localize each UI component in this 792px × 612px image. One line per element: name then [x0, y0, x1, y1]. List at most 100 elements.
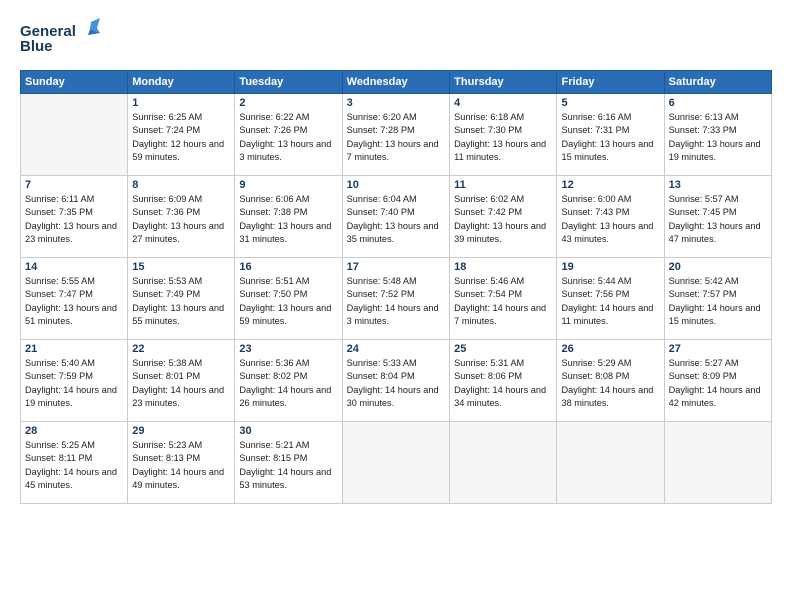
calendar-table: SundayMondayTuesdayWednesdayThursdayFrid…	[20, 70, 772, 504]
day-number: 3	[347, 97, 445, 109]
day-info: Sunrise: 5:48 AMSunset: 7:52 PMDaylight:…	[347, 275, 445, 328]
calendar-cell: 13 Sunrise: 5:57 AMSunset: 7:45 PMDayligh…	[664, 176, 771, 258]
header: General Blue	[20, 18, 772, 58]
day-number: 18	[454, 261, 552, 273]
calendar-cell: 25 Sunrise: 5:31 AMSunset: 8:06 PMDayligh…	[450, 340, 557, 422]
calendar-cell: 17 Sunrise: 5:48 AMSunset: 7:52 PMDayligh…	[342, 258, 449, 340]
weekday-header-friday: Friday	[557, 71, 664, 94]
day-info: Sunrise: 6:00 AMSunset: 7:43 PMDaylight:…	[561, 193, 659, 246]
day-number: 8	[132, 179, 230, 191]
svg-text:Blue: Blue	[20, 38, 53, 55]
day-info: Sunrise: 6:13 AMSunset: 7:33 PMDaylight:…	[669, 111, 767, 164]
weekday-header-monday: Monday	[128, 71, 235, 94]
day-number: 16	[239, 261, 337, 273]
calendar-cell: 29 Sunrise: 5:23 AMSunset: 8:13 PMDayligh…	[128, 422, 235, 504]
calendar-cell: 24Sunrise: 5:33 AMSunset: 8:04 PMDayligh…	[342, 340, 449, 422]
day-number: 17	[347, 261, 445, 273]
day-number: 23	[239, 343, 337, 355]
calendar-cell: 27 Sunrise: 5:27 AMSunset: 8:09 PMDayligh…	[664, 340, 771, 422]
day-number: 2	[239, 97, 337, 109]
day-number: 14	[25, 261, 123, 273]
day-info: Sunrise: 5:33 AMSunset: 8:04 PMDaylight:…	[347, 357, 445, 410]
day-number: 28	[25, 425, 123, 437]
weekday-header-thursday: Thursday	[450, 71, 557, 94]
day-info: Sunrise: 5:57 AMSunset: 7:45 PMDaylight:…	[669, 193, 767, 246]
day-info: Sunrise: 5:42 AMSunset: 7:57 PMDaylight:…	[669, 275, 767, 328]
calendar-cell: 7 Sunrise: 6:11 AMSunset: 7:35 PMDaylight…	[21, 176, 128, 258]
day-info: Sunrise: 6:22 AMSunset: 7:26 PMDaylight:…	[239, 111, 337, 164]
day-info: Sunrise: 5:29 AMSunset: 8:08 PMDaylight:…	[561, 357, 659, 410]
day-info: Sunrise: 6:18 AMSunset: 7:30 PMDaylight:…	[454, 111, 552, 164]
day-info: Sunrise: 5:51 AMSunset: 7:50 PMDaylight:…	[239, 275, 337, 328]
calendar-cell	[664, 422, 771, 504]
weekday-header-tuesday: Tuesday	[235, 71, 342, 94]
calendar-cell: 4Sunrise: 6:18 AMSunset: 7:30 PMDaylight…	[450, 94, 557, 176]
calendar-cell: 5 Sunrise: 6:16 AMSunset: 7:31 PMDaylight…	[557, 94, 664, 176]
calendar-cell: 18Sunrise: 5:46 AMSunset: 7:54 PMDayligh…	[450, 258, 557, 340]
page: General Blue SundayMondayTuesdayWednesda…	[0, 0, 792, 514]
day-number: 6	[669, 97, 767, 109]
calendar-cell: 8 Sunrise: 6:09 AMSunset: 7:36 PMDaylight…	[128, 176, 235, 258]
day-info: Sunrise: 5:55 AMSunset: 7:47 PMDaylight:…	[25, 275, 123, 328]
day-info: Sunrise: 5:31 AMSunset: 8:06 PMDaylight:…	[454, 357, 552, 410]
day-number: 12	[561, 179, 659, 191]
day-info: Sunrise: 6:25 AMSunset: 7:24 PMDaylight:…	[132, 111, 230, 164]
day-info: Sunrise: 5:53 AMSunset: 7:49 PMDaylight:…	[132, 275, 230, 328]
day-info: Sunrise: 6:11 AMSunset: 7:35 PMDaylight:…	[25, 193, 123, 246]
logo: General Blue	[20, 18, 100, 58]
calendar-cell: 19 Sunrise: 5:44 AMSunset: 7:56 PMDayligh…	[557, 258, 664, 340]
day-number: 10	[347, 179, 445, 191]
day-info: Sunrise: 6:16 AMSunset: 7:31 PMDaylight:…	[561, 111, 659, 164]
day-info: Sunrise: 6:20 AMSunset: 7:28 PMDaylight:…	[347, 111, 445, 164]
calendar-week-2: 7 Sunrise: 6:11 AMSunset: 7:35 PMDaylight…	[21, 176, 772, 258]
calendar-cell: 15 Sunrise: 5:53 AMSunset: 7:49 PMDayligh…	[128, 258, 235, 340]
calendar-cell: 10Sunrise: 6:04 AMSunset: 7:40 PMDayligh…	[342, 176, 449, 258]
calendar-cell: 3 Sunrise: 6:20 AMSunset: 7:28 PMDaylight…	[342, 94, 449, 176]
day-info: Sunrise: 6:09 AMSunset: 7:36 PMDaylight:…	[132, 193, 230, 246]
calendar-cell: 11Sunrise: 6:02 AMSunset: 7:42 PMDayligh…	[450, 176, 557, 258]
calendar-cell: 28 Sunrise: 5:25 AMSunset: 8:11 PMDayligh…	[21, 422, 128, 504]
day-number: 26	[561, 343, 659, 355]
calendar-week-4: 21Sunrise: 5:40 AMSunset: 7:59 PMDayligh…	[21, 340, 772, 422]
day-number: 9	[239, 179, 337, 191]
day-info: Sunrise: 5:36 AMSunset: 8:02 PMDaylight:…	[239, 357, 337, 410]
day-info: Sunrise: 5:21 AMSunset: 8:15 PMDaylight:…	[239, 439, 337, 492]
weekday-header-sunday: Sunday	[21, 71, 128, 94]
day-number: 25	[454, 343, 552, 355]
calendar-cell: 26 Sunrise: 5:29 AMSunset: 8:08 PMDayligh…	[557, 340, 664, 422]
day-info: Sunrise: 6:06 AMSunset: 7:38 PMDaylight:…	[239, 193, 337, 246]
day-number: 5	[561, 97, 659, 109]
day-info: Sunrise: 5:44 AMSunset: 7:56 PMDaylight:…	[561, 275, 659, 328]
calendar-cell: 21Sunrise: 5:40 AMSunset: 7:59 PMDayligh…	[21, 340, 128, 422]
calendar-cell	[450, 422, 557, 504]
calendar-cell: 22Sunrise: 5:38 AMSunset: 8:01 PMDayligh…	[128, 340, 235, 422]
day-number: 27	[669, 343, 767, 355]
calendar-cell: 23 Sunrise: 5:36 AMSunset: 8:02 PMDayligh…	[235, 340, 342, 422]
day-info: Sunrise: 5:38 AMSunset: 8:01 PMDaylight:…	[132, 357, 230, 410]
weekday-header-saturday: Saturday	[664, 71, 771, 94]
day-info: Sunrise: 5:23 AMSunset: 8:13 PMDaylight:…	[132, 439, 230, 492]
day-number: 7	[25, 179, 123, 191]
day-number: 19	[561, 261, 659, 273]
calendar-cell: 6 Sunrise: 6:13 AMSunset: 7:33 PMDaylight…	[664, 94, 771, 176]
calendar-cell: 16 Sunrise: 5:51 AMSunset: 7:50 PMDayligh…	[235, 258, 342, 340]
calendar-cell: 12 Sunrise: 6:00 AMSunset: 7:43 PMDayligh…	[557, 176, 664, 258]
calendar-cell	[342, 422, 449, 504]
day-number: 30	[239, 425, 337, 437]
calendar-cell: 2 Sunrise: 6:22 AMSunset: 7:26 PMDaylight…	[235, 94, 342, 176]
day-number: 1	[132, 97, 230, 109]
day-number: 13	[669, 179, 767, 191]
day-info: Sunrise: 5:27 AMSunset: 8:09 PMDaylight:…	[669, 357, 767, 410]
weekday-header-wednesday: Wednesday	[342, 71, 449, 94]
calendar-cell: 9 Sunrise: 6:06 AMSunset: 7:38 PMDaylight…	[235, 176, 342, 258]
day-number: 15	[132, 261, 230, 273]
day-number: 21	[25, 343, 123, 355]
day-number: 20	[669, 261, 767, 273]
calendar-cell: 30 Sunrise: 5:21 AMSunset: 8:15 PMDayligh…	[235, 422, 342, 504]
day-number: 29	[132, 425, 230, 437]
day-info: Sunrise: 5:25 AMSunset: 8:11 PMDaylight:…	[25, 439, 123, 492]
logo-svg: General Blue	[20, 18, 100, 58]
calendar-cell: 14 Sunrise: 5:55 AMSunset: 7:47 PMDayligh…	[21, 258, 128, 340]
calendar-cell: 20 Sunrise: 5:42 AMSunset: 7:57 PMDayligh…	[664, 258, 771, 340]
calendar-week-1: 1 Sunrise: 6:25 AMSunset: 7:24 PMDaylight…	[21, 94, 772, 176]
